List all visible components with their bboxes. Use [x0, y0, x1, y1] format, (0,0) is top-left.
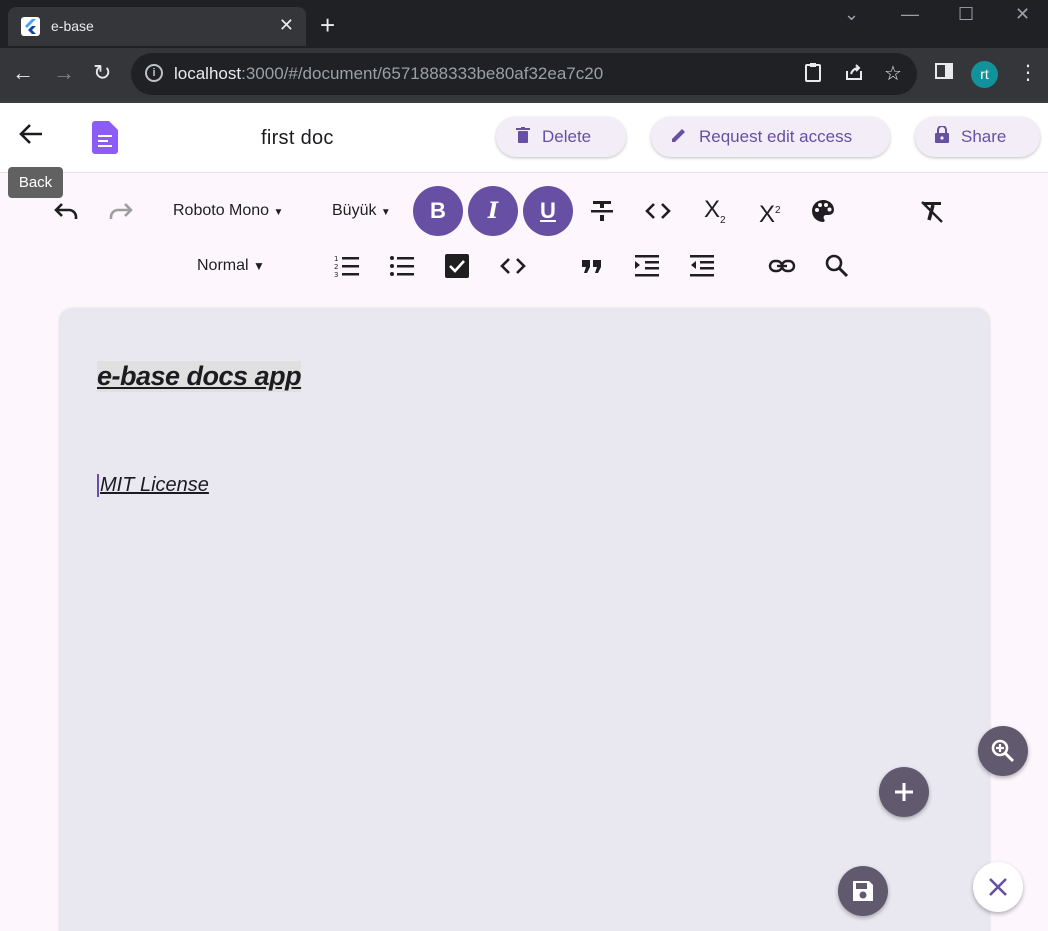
link-icon[interactable] [768, 253, 796, 285]
font-family-dropdown[interactable]: Roboto Mono ▼ [173, 202, 283, 220]
numbered-list-icon[interactable]: 123 [333, 253, 361, 285]
window-close-icon[interactable]: ✕ [1015, 4, 1030, 25]
share-label: Share [961, 127, 1007, 146]
flutter-favicon-icon [21, 17, 40, 36]
pencil-icon [671, 127, 687, 148]
editor-canvas[interactable]: e-base docs app MIT License [60, 308, 989, 931]
italic-button[interactable]: I [468, 186, 518, 236]
bold-button[interactable]: B [413, 186, 463, 236]
chevron-down-icon: ▼ [380, 207, 391, 218]
address-bar[interactable]: i localhost:3000/#/document/6571888333be… [131, 53, 917, 95]
share-page-icon[interactable] [844, 62, 864, 87]
outdent-icon[interactable] [689, 253, 715, 285]
site-info-icon[interactable]: i [145, 64, 163, 82]
tab-search-icon[interactable]: ⌄ [844, 4, 859, 25]
svg-text:3: 3 [334, 271, 338, 279]
document-body-text[interactable]: MIT License [97, 474, 209, 497]
delete-label: Delete [542, 127, 592, 146]
zoom-in-fab[interactable] [978, 726, 1028, 776]
request-edit-label: Request edit access [699, 127, 853, 146]
subscript-icon[interactable]: X2 [704, 197, 726, 234]
svg-text:1: 1 [334, 255, 338, 263]
request-edit-access-button[interactable]: Request edit access [651, 117, 890, 157]
svg-text:2: 2 [334, 263, 338, 271]
bookmark-star-icon[interactable]: ☆ [884, 61, 902, 86]
browser-tab[interactable]: e-base ✕ [8, 7, 306, 46]
palette-icon[interactable] [810, 198, 836, 230]
trash-icon [516, 126, 530, 148]
document-icon [92, 121, 118, 154]
back-arrow-icon[interactable] [18, 121, 44, 153]
url-text[interactable]: localhost:3000/#/document/6571888333be80… [174, 64, 603, 84]
clear-format-icon[interactable] [918, 198, 946, 230]
heading-style-dropdown[interactable]: Normal ▼ [197, 257, 265, 275]
save-fab[interactable] [838, 866, 888, 916]
back-tooltip: Back [8, 167, 63, 198]
maximize-icon[interactable]: ☐ [958, 4, 974, 25]
minimize-icon[interactable]: — [901, 4, 919, 25]
code-block-icon[interactable] [499, 253, 527, 285]
save-icon [853, 881, 873, 901]
browser-menu-icon[interactable]: ⋮ [1018, 61, 1038, 85]
checkbox-icon[interactable] [444, 253, 470, 285]
tab-title: e-base [51, 18, 94, 34]
inline-code-icon[interactable] [644, 198, 672, 230]
browser-back-icon[interactable]: ← [12, 60, 34, 86]
font-size-value: Büyük [332, 202, 377, 219]
profile-avatar[interactable]: rt [971, 61, 998, 88]
share-button[interactable]: Share [915, 117, 1040, 157]
caret-down-icon: ▼ [253, 259, 265, 273]
page-title: first doc [261, 127, 334, 149]
font-family-value: Roboto Mono [173, 202, 270, 219]
add-icon [895, 783, 913, 801]
browser-toolbar: ← → ↻ i localhost:3000/#/document/657188… [0, 48, 1048, 100]
browser-tab-strip: e-base ✕ + ⌄ — ☐ ✕ [0, 0, 1048, 52]
reload-icon[interactable]: ↻ [93, 60, 111, 86]
document-heading[interactable]: e-base docs app [97, 361, 302, 392]
undo-icon[interactable] [52, 198, 80, 230]
strikethrough-icon[interactable] [589, 197, 615, 231]
delete-button[interactable]: Delete [496, 117, 626, 157]
superscript-icon[interactable]: X2 [759, 198, 781, 228]
heading-style-value: Normal [197, 257, 249, 274]
search-icon[interactable] [824, 253, 850, 285]
browser-forward-icon[interactable]: → [53, 60, 75, 86]
new-tab-button[interactable]: + [320, 12, 335, 38]
indent-icon[interactable] [634, 253, 660, 285]
app-header: first doc Delete Request edit access Sha… [0, 103, 1048, 173]
add-fab[interactable] [879, 767, 929, 817]
close-fab[interactable] [973, 862, 1023, 912]
zoom-in-icon [991, 739, 1015, 763]
chevron-down-icon: ▼ [273, 207, 284, 218]
font-size-dropdown[interactable]: Büyük ▼ [332, 202, 391, 220]
close-icon [989, 878, 1007, 896]
clipboard-icon[interactable] [804, 62, 822, 87]
underline-button[interactable]: U [523, 186, 573, 236]
lock-icon [935, 125, 949, 148]
tab-close-icon[interactable]: ✕ [279, 15, 294, 35]
redo-icon[interactable] [107, 198, 135, 230]
quote-icon[interactable] [581, 253, 603, 285]
bullet-list-icon[interactable] [389, 253, 415, 285]
side-panel-icon[interactable] [934, 61, 954, 87]
